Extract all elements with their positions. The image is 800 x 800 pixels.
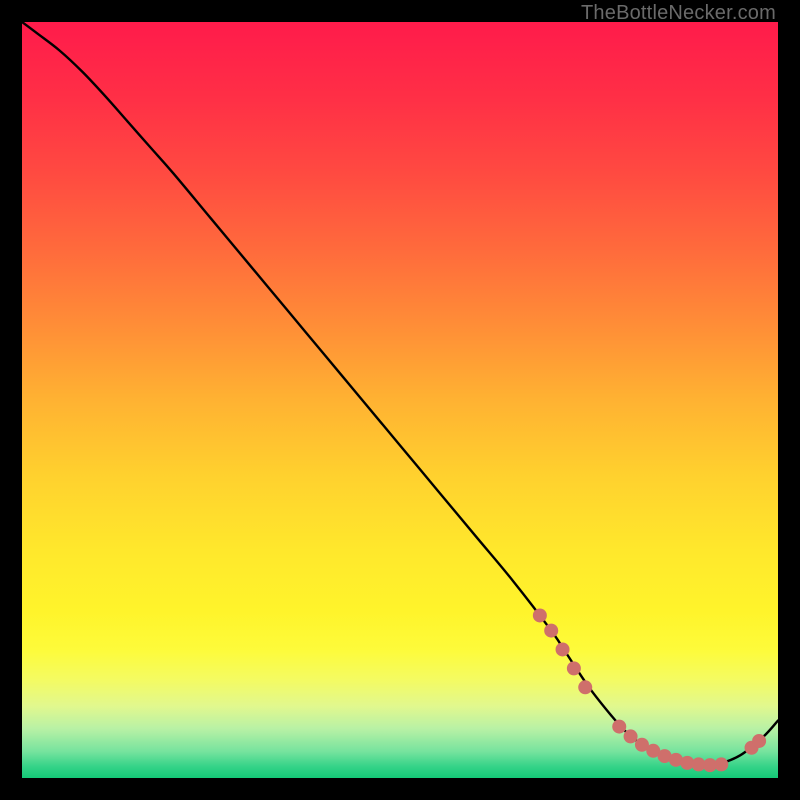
chart-svg [22, 22, 778, 778]
data-marker [578, 680, 592, 694]
data-marker [544, 624, 558, 638]
data-marker [567, 661, 581, 675]
data-marker [556, 642, 570, 656]
data-marker [612, 720, 626, 734]
data-marker [533, 608, 547, 622]
data-marker [624, 729, 638, 743]
chart-frame: TheBottleNecker.com [0, 0, 800, 800]
gradient-background [22, 22, 778, 778]
data-marker [714, 757, 728, 771]
plot-area [22, 22, 778, 778]
data-marker [752, 734, 766, 748]
